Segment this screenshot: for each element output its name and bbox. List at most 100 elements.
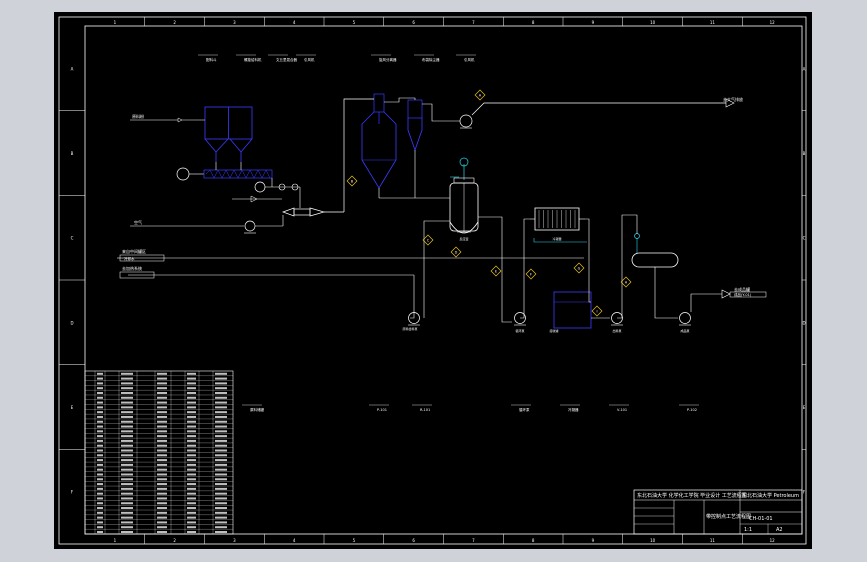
stream-product-sub: 成品(Y-01) [734, 292, 752, 297]
table-cell-text [187, 444, 196, 447]
table-cell-text [215, 502, 227, 505]
table-cell-text [121, 387, 133, 390]
table-cell-text [121, 516, 133, 519]
top-label: 引风机 [304, 57, 315, 62]
table-cell-text [97, 487, 103, 490]
table-cell-text [187, 531, 196, 534]
table-cell-text [215, 401, 227, 404]
table-cell-text [121, 439, 133, 442]
border-number-top: 1 [114, 20, 117, 25]
border-number-bottom: 10 [650, 538, 656, 543]
table-cell-text [215, 372, 227, 375]
border-number-top: 10 [650, 20, 656, 25]
table-cell-text [187, 511, 196, 514]
border-letter-left: A [71, 66, 74, 71]
table-cell-text [215, 396, 227, 399]
table-cell-text [187, 483, 196, 486]
table-cell-text [97, 401, 103, 404]
reactor-vessel [449, 157, 479, 234]
table-cell-text [187, 468, 196, 471]
table-cell-text [157, 454, 167, 457]
table-cell-text [121, 502, 133, 505]
feed-hopper [204, 106, 253, 162]
bottom-label: P-101 [377, 408, 387, 412]
border-number-top: 6 [412, 20, 415, 25]
table-cell-text [215, 435, 227, 438]
condenser [530, 207, 585, 231]
table-cell-text [187, 382, 196, 385]
table-cell-text [121, 473, 133, 476]
table-cell-text [121, 372, 133, 375]
table-cell-text [121, 415, 133, 418]
table-cell-text [187, 516, 196, 519]
table-cell-text [187, 391, 196, 394]
bottom-label: V-101 [617, 408, 627, 412]
table-cell-text [121, 396, 133, 399]
table-cell-text [121, 406, 133, 409]
table-cell-text [97, 507, 103, 510]
table-cell-text [97, 483, 103, 486]
table-cell-text [121, 497, 133, 500]
table-cell-text [187, 425, 196, 428]
table-cell-text [215, 526, 227, 529]
table-cell-text [215, 531, 227, 534]
table-cell-text [121, 454, 133, 457]
table-cell-text [97, 425, 103, 428]
border-number-bottom: 3 [233, 538, 236, 543]
top-label: 文丘里混合器 [276, 57, 297, 62]
product-drum [631, 233, 679, 268]
bottom-label: R-101 [420, 408, 430, 412]
pumps [408, 312, 691, 326]
table-cell-text [215, 377, 227, 380]
table-cell-text [97, 439, 103, 442]
table-cell-text [187, 449, 196, 452]
equipment-label: 反应釜 [459, 236, 468, 241]
title-school: 东北石油大学 Petroleum [742, 492, 799, 499]
table-cell-text [121, 478, 133, 481]
table-cell-text [97, 502, 103, 505]
border-letter-left: C [71, 236, 74, 241]
border-number-bottom: 1 [114, 538, 117, 543]
table-cell-text [121, 511, 133, 514]
table-cell-text [121, 492, 133, 495]
table-cell-text [97, 372, 103, 375]
border-number-bottom: 7 [472, 538, 475, 543]
border-letter-left: D [70, 320, 73, 325]
border-number-bottom: 9 [592, 538, 595, 543]
top-label: 引风机 [464, 57, 475, 62]
table-cell-text [157, 521, 167, 524]
title-drawing-no: CH-01-01 [749, 516, 773, 522]
bag-filter [407, 99, 423, 198]
table-cell-text [97, 511, 103, 514]
table-cell-text [157, 391, 167, 394]
table-cell-text [121, 487, 133, 490]
table-cell-text [187, 411, 196, 414]
border-number-bottom: 5 [353, 538, 356, 543]
receiving-tank [553, 291, 592, 329]
table-cell-text [121, 449, 133, 452]
cad-viewport[interactable]: 1 1 2 2 3 3 4 4 5 5 6 6 7 7 8 8 9 9 10 10 11 11 12 12 A A B B C C D D E E… [54, 12, 812, 549]
table-cell-text [157, 502, 167, 505]
table-cell-text [215, 516, 227, 519]
process-flow-drawing: 112233445566778899101011111212A AB BC CD DE E… [58, 16, 807, 545]
border-letter-left: B [71, 151, 74, 156]
border-number-top: 7 [472, 20, 475, 25]
valve-tag: F [530, 272, 532, 276]
top-labels: 配料斗 螺旋给料机 文丘里混合器 引风机 旋风分离器 布袋除尘器 引风机 [198, 54, 476, 62]
table-cell-text [157, 430, 167, 433]
table-cell-text [215, 444, 227, 447]
table-cell-text [157, 449, 167, 452]
valve-tag: B [351, 179, 354, 183]
table-cell-text [157, 487, 167, 490]
border-letter-right: A [803, 66, 806, 71]
table-cell-text [121, 382, 133, 385]
table-cell-text [157, 372, 167, 375]
table-cell-text [215, 420, 227, 423]
stream-product: 去成品罐 [734, 286, 750, 292]
table-cell-text [157, 492, 167, 495]
table-cell-text [121, 444, 133, 447]
table-cell-text [121, 411, 133, 414]
table-cell-text [97, 463, 103, 466]
table-cell-text [157, 507, 167, 510]
table-cell-text [97, 377, 103, 380]
